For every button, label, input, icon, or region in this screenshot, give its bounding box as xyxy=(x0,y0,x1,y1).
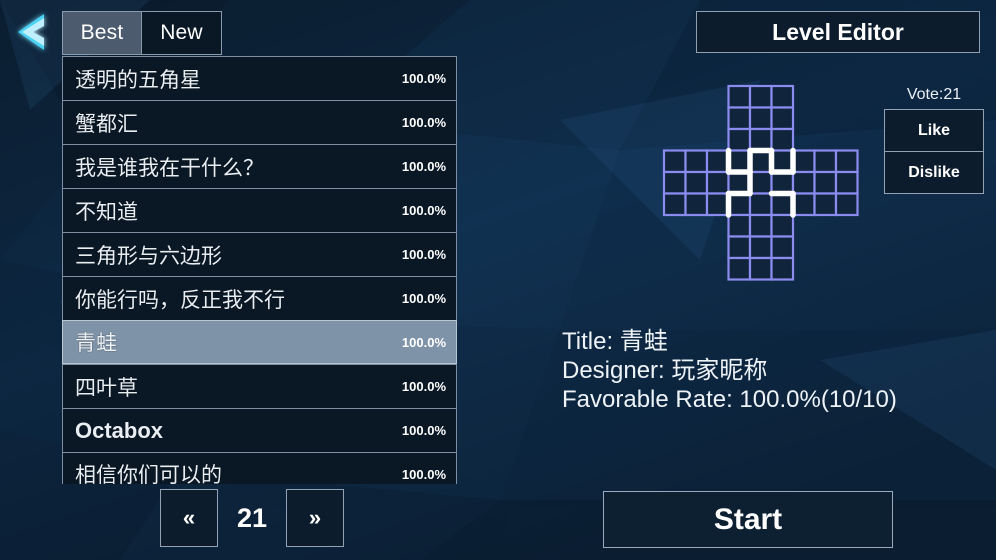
puzzle-preview xyxy=(662,84,859,281)
puzzle-cell xyxy=(770,235,795,260)
next-page-button[interactable]: » xyxy=(286,489,344,547)
level-rate: 100.0% xyxy=(401,203,446,218)
puzzle-cell xyxy=(748,213,773,238)
level-list-item[interactable]: 你能行吗，反正我不行 100.0% xyxy=(62,276,457,320)
list-mode-tabs: Best New xyxy=(62,11,222,55)
puzzle-cell xyxy=(748,106,773,131)
puzzle-cell xyxy=(813,149,838,174)
puzzle-cell xyxy=(705,170,730,195)
level-title: 蟹都汇 xyxy=(75,112,138,136)
puzzle-cell xyxy=(684,192,709,217)
puzzle-cell xyxy=(662,149,687,174)
chevron-left-icon xyxy=(18,14,44,50)
pagination: « 21 » xyxy=(160,489,344,547)
level-rate: 100.0% xyxy=(401,159,446,174)
level-title: 我是谁我在干什么？ xyxy=(75,156,264,180)
level-rate: 100.0% xyxy=(401,379,446,394)
level-list[interactable]: 透明的五角星 100.0% 蟹都汇 100.0% 我是谁我在干什么？ 100.0% 不知道 1… xyxy=(62,56,457,484)
puzzle-cell xyxy=(834,192,859,217)
puzzle-cell xyxy=(770,170,795,195)
puzzle-cell xyxy=(791,149,816,174)
level-list-item[interactable]: 我是谁我在干什么？ 100.0% xyxy=(62,144,457,188)
puzzle-cell xyxy=(791,170,816,195)
level-rate: 100.0% xyxy=(401,291,446,306)
puzzle-cell xyxy=(727,170,752,195)
puzzle-cell xyxy=(770,106,795,131)
puzzle-cell xyxy=(748,170,773,195)
puzzle-cell xyxy=(813,192,838,217)
level-list-item[interactable]: 青蛙 100.0% xyxy=(62,320,457,364)
puzzle-cell xyxy=(770,192,795,217)
puzzle-cell xyxy=(748,192,773,217)
level-editor-button[interactable]: Level Editor xyxy=(696,11,980,53)
vote-buttons: Like Dislike xyxy=(884,109,984,194)
level-browser-screen: Best New 透明的五角星 100.0% 蟹都汇 100.0% 我是谁我在干什么？ 1… xyxy=(0,0,996,560)
level-title: 不知道 xyxy=(75,200,138,224)
puzzle-cell xyxy=(834,170,859,195)
level-list-item[interactable]: 相信你们可以的 100.0% xyxy=(62,452,457,484)
puzzle-cell xyxy=(662,192,687,217)
level-title: 三角形与六边形 xyxy=(75,244,222,268)
tab-new[interactable]: New xyxy=(142,11,222,55)
puzzle-cell xyxy=(770,213,795,238)
level-title: 四叶草 xyxy=(75,376,138,400)
dislike-button[interactable]: Dislike xyxy=(885,151,983,193)
puzzle-cell xyxy=(705,149,730,174)
puzzle-cell xyxy=(748,84,773,109)
level-list-item[interactable]: 蟹都汇 100.0% xyxy=(62,100,457,144)
puzzle-cell xyxy=(770,127,795,152)
level-rate: 100.0% xyxy=(401,423,446,438)
puzzle-cell xyxy=(705,192,730,217)
puzzle-cell xyxy=(727,213,752,238)
puzzle-cell xyxy=(727,256,752,281)
puzzle-cell xyxy=(748,256,773,281)
back-button[interactable] xyxy=(6,6,58,58)
level-rate: 100.0% xyxy=(401,466,446,482)
level-rate-line: Favorable Rate: 100.0%(10/10) xyxy=(562,386,897,413)
puzzle-cell xyxy=(662,170,687,195)
prev-page-button[interactable]: « xyxy=(160,489,218,547)
puzzle-cell xyxy=(727,192,752,217)
level-rate: 100.0% xyxy=(401,334,446,350)
level-list-item[interactable]: 透明的五角星 100.0% xyxy=(62,56,457,100)
puzzle-cell xyxy=(748,149,773,174)
level-title-line: Title: 青蛙 xyxy=(562,328,668,355)
puzzle-cell xyxy=(748,235,773,260)
puzzle-cell xyxy=(770,84,795,109)
level-rate: 100.0% xyxy=(401,115,446,130)
puzzle-cell xyxy=(684,170,709,195)
puzzle-cell xyxy=(727,106,752,131)
level-list-item[interactable]: Octabox 100.0% xyxy=(62,408,457,452)
level-title: Octabox xyxy=(75,417,164,443)
puzzle-cell xyxy=(684,149,709,174)
level-title: 透明的五角星 xyxy=(75,68,201,92)
level-rate: 100.0% xyxy=(401,71,446,86)
puzzle-cell xyxy=(834,149,859,174)
level-title: 相信你们可以的 xyxy=(75,464,222,484)
vote-count: Vote:21 xyxy=(906,86,962,103)
puzzle-cell xyxy=(770,256,795,281)
puzzle-cell xyxy=(727,127,752,152)
puzzle-cell xyxy=(748,127,773,152)
page-number: 21 xyxy=(236,502,268,533)
like-button[interactable]: Like xyxy=(885,110,983,151)
level-designer-line: Designer: 玩家昵称 xyxy=(562,357,768,384)
level-list-item[interactable]: 四叶草 100.0% xyxy=(62,364,457,408)
puzzle-cell xyxy=(727,84,752,109)
level-title: 你能行吗，反正我不行 xyxy=(75,288,285,312)
level-list-item[interactable]: 三角形与六边形 100.0% xyxy=(62,232,457,276)
puzzle-cell xyxy=(770,149,795,174)
puzzle-cell xyxy=(791,192,816,217)
level-list-item[interactable]: 不知道 100.0% xyxy=(62,188,457,232)
level-details: Title: 青蛙 Designer: 玩家昵称 Favorable Rate:… xyxy=(562,327,897,414)
puzzle-cell xyxy=(813,170,838,195)
puzzle-cell xyxy=(727,149,752,174)
level-rate: 100.0% xyxy=(401,247,446,262)
level-title: 青蛙 xyxy=(75,332,117,355)
start-button[interactable]: Start xyxy=(603,491,893,548)
puzzle-cell xyxy=(727,235,752,260)
tab-best[interactable]: Best xyxy=(62,11,142,55)
